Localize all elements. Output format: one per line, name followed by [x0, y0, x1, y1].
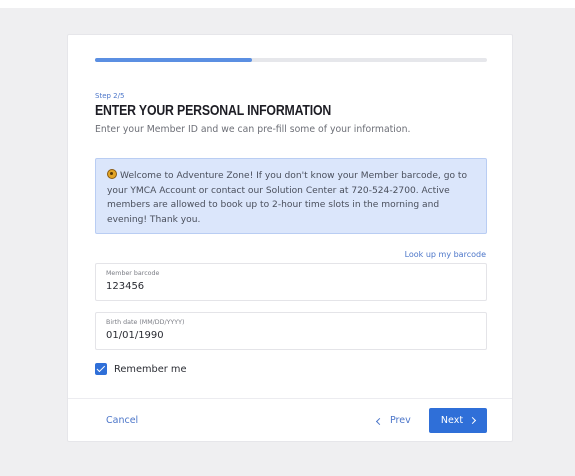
smiley-icon [107, 169, 117, 179]
member-barcode-label: Member barcode [106, 270, 160, 277]
remember-me-label: Remember me [114, 363, 187, 375]
birth-date-label: Birth date (MM/DD/YYYY) [106, 319, 185, 326]
birth-date-input[interactable]: 01/01/1990 [106, 329, 164, 342]
footer-divider [68, 398, 512, 399]
remember-me-toggle[interactable]: Remember me [95, 362, 186, 376]
member-barcode-input[interactable]: 123456 [106, 280, 144, 293]
page-subtitle: Enter your Member ID and we can pre-fill… [95, 124, 411, 135]
form-card: Step 2/5 ENTER YOUR PERSONAL INFORMATION… [67, 34, 513, 442]
cancel-button[interactable]: Cancel [106, 415, 138, 427]
lookup-barcode-link[interactable]: Look up my barcode [405, 250, 486, 260]
birth-date-field[interactable]: Birth date (MM/DD/YYYY) 01/01/1990 [95, 312, 487, 350]
member-barcode-field[interactable]: Member barcode 123456 [95, 263, 487, 301]
page-title: ENTER YOUR PERSONAL INFORMATION [95, 102, 332, 119]
prev-button-label: Prev [390, 415, 411, 426]
prev-button[interactable]: Prev [375, 415, 411, 427]
chevron-left-icon [375, 417, 384, 425]
next-button[interactable]: Next [429, 408, 487, 433]
step-indicator: Step 2/5 [95, 92, 125, 100]
next-button-label: Next [440, 415, 464, 426]
remember-me-checkbox[interactable] [95, 363, 107, 375]
info-message-text: Welcome to Adventure Zone! If you don't … [107, 171, 468, 225]
progress-bar-fill [95, 58, 252, 62]
chevron-right-icon [469, 416, 477, 425]
top-band [0, 0, 575, 8]
progress-bar [95, 58, 487, 62]
info-message: Welcome to Adventure Zone! If you don't … [95, 158, 487, 234]
